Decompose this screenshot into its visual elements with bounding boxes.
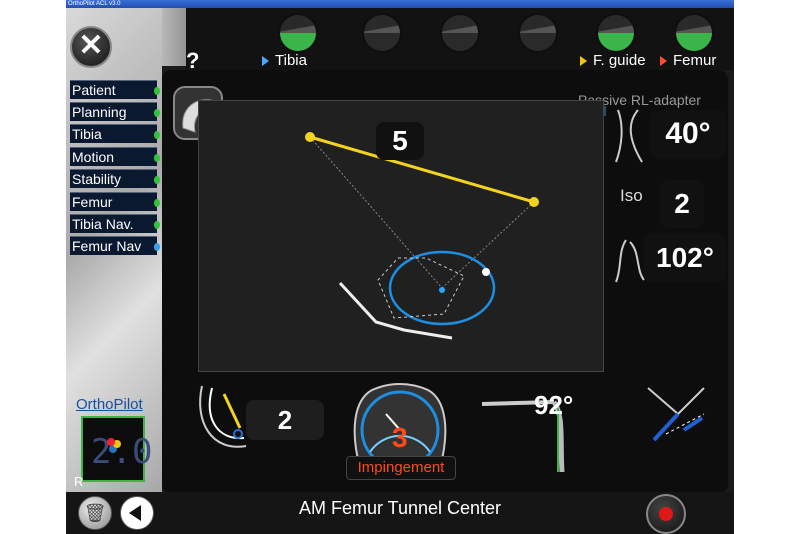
tibia-header-label: Tibia [262, 52, 307, 69]
f-guide-indicator [596, 13, 636, 53]
record-button[interactable] [646, 494, 686, 534]
status-dot [154, 243, 160, 251]
triangle-icon [262, 56, 269, 67]
tibia-indicator [278, 13, 318, 53]
rotation-angle-value: 102° [644, 234, 726, 282]
femur-header-label: Femur [660, 52, 716, 69]
back-button[interactable] [120, 496, 154, 530]
indicator-3 [440, 13, 480, 53]
side-letter: R [74, 474, 84, 489]
status-dot [154, 199, 160, 207]
close-icon: ✕ [78, 29, 104, 62]
sidebar-item-stability[interactable]: Stability [70, 169, 160, 188]
delete-button[interactable]: 🗑 [78, 496, 112, 530]
distance-value: 5 [376, 122, 424, 160]
flexion-angle-value: 40° [650, 110, 726, 158]
marker-dot [482, 268, 490, 276]
status-text: AM Femur Tunnel Center [298, 498, 502, 518]
tunnel-guide-icon [647, 387, 705, 442]
sidebar-item-tibia-nav[interactable]: Tibia Nav. [70, 214, 160, 233]
version-text: 2.0 [91, 432, 153, 472]
femur-angle-icon [615, 109, 643, 163]
sidebar-item-femur[interactable]: Femur [70, 192, 160, 211]
knee-angle-value: 92° [534, 390, 574, 420]
triangle-icon [660, 56, 667, 67]
window-title-bar: OrthoPilot ACL v3.0 [66, 0, 734, 8]
sidebar-item-femur-nav[interactable]: Femur Nav [70, 236, 160, 255]
version-badge: 2.0 [81, 416, 152, 482]
status-dot [154, 109, 160, 117]
tunnel-center-dot [439, 287, 445, 293]
close-button[interactable]: ✕ [70, 26, 112, 68]
iso-label: Iso [620, 186, 643, 205]
femur-contour-line [338, 281, 453, 340]
iso-value: 2 [660, 180, 704, 228]
arrow-left-icon [129, 505, 141, 521]
status-dot [154, 154, 160, 162]
orthopilot-logo: OrthoPilot [76, 396, 143, 413]
status-dot [154, 176, 160, 184]
record-dot-icon [659, 507, 673, 521]
dotted-guide-line [309, 136, 443, 289]
femur-indicator [674, 13, 714, 53]
sidebar-item-motion[interactable]: Motion [70, 147, 160, 166]
status-dot [154, 87, 160, 95]
orthopilot-window: OrthoPilot ACL v3.0 ✕ ? Tibia F. guide F… [66, 0, 734, 534]
sidebar-item-patient[interactable]: Patient [70, 80, 160, 99]
yellow-endpoint [529, 197, 539, 207]
f-guide-header-label: F. guide [580, 52, 646, 69]
indicator-2 [362, 13, 402, 53]
impingement-value: 3 [392, 422, 408, 453]
clock-value: 2 [246, 400, 324, 440]
sidebar-item-tibia[interactable]: Tibia [70, 124, 160, 143]
indicator-4 [518, 13, 558, 53]
status-dot [154, 131, 160, 139]
impingement-label: Impingement [346, 456, 456, 480]
sidebar-item-planning[interactable]: Planning [70, 102, 160, 121]
triangle-icon [580, 56, 587, 67]
status-dot [154, 221, 160, 229]
trash-icon: 🗑 [83, 503, 107, 523]
marker-dots-icon [107, 438, 115, 446]
yellow-endpoint [305, 132, 315, 142]
